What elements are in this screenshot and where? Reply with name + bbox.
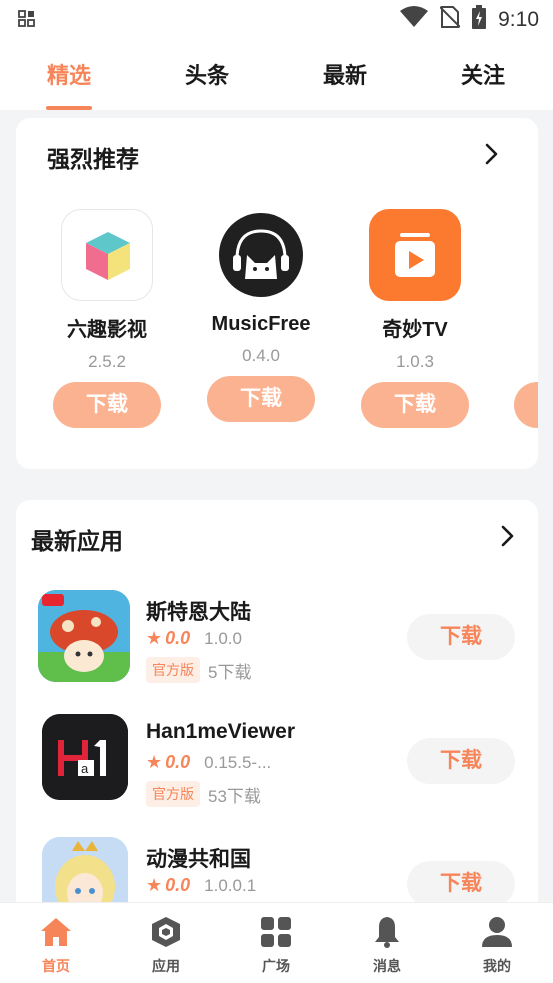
tab-featured[interactable]: 精选 [24,58,114,90]
recommend-item[interactable]: MusicFree 0.4.0 下载 [184,209,338,422]
clock: 9:10 [498,7,539,31]
app-name: 斯特恩大陆 [146,601,251,624]
recommend-app-name: MusicFree [211,313,311,335]
tab-latest[interactable]: 最新 [300,58,390,90]
status-bar: 9:10 [0,0,553,38]
download-button[interactable]: 下载 [407,614,515,660]
recommend-item[interactable]: 奇妙TV 1.0.3 下载 [338,209,492,428]
star-icon: ★ [146,752,163,772]
recommend-app-version: 2.5.2 [88,352,126,371]
recommend-item[interactable]: 六趣影视 2.5.2 下载 [30,209,184,428]
download-count: 5下载 [208,662,252,682]
latest-apps-card: 最新应用 斯特恩大陆 ★ 0.0 1.0.0 官方版 5下载 下载 a Han1… [16,500,538,920]
nav-apps[interactable]: 应用 [126,915,206,976]
tab-headlines[interactable]: 头条 [162,58,252,90]
app-version: 1.0.0 [204,628,242,648]
nav-profile[interactable]: 我的 [457,915,537,976]
active-tab-indicator [46,106,92,110]
ha1-logo-icon: a [42,714,128,800]
download-button[interactable]: 下载 [53,382,161,428]
official-badge: 官方版 [146,781,200,807]
notification-grid-icon [18,10,36,33]
app-version: 0.15.5-... [204,752,272,772]
bell-icon [370,915,404,949]
official-badge: 官方版 [146,657,200,683]
nav-label: 我的 [483,958,511,974]
home-icon [39,915,73,949]
nav-home[interactable]: 首页 [16,915,96,976]
tab-following[interactable]: 关注 [438,58,528,90]
no-sim-icon [439,5,461,34]
list-item[interactable]: 斯特恩大陆 ★ 0.0 1.0.0 官方版 5下载 下载 [16,590,538,700]
app-name: Han1meViewer [146,720,296,743]
nav-square[interactable]: 广场 [236,915,316,976]
bottom-nav-bar: 首页 应用 广场 消息 我的 [0,902,553,983]
recommend-app-name: 六趣影视 [67,319,147,341]
grid-icon [259,915,293,949]
wifi-icon [400,6,429,33]
nav-label: 首页 [42,958,70,974]
nav-label: 消息 [373,958,401,974]
nav-messages[interactable]: 消息 [347,915,427,976]
battery-charging-icon [472,5,487,34]
download-button[interactable]: 下载 [361,382,469,428]
app-name: 动漫共和国 [146,848,251,871]
download-button-partial[interactable] [514,382,538,428]
download-button[interactable]: 下载 [207,376,315,422]
app-version: 1.0.0.1 [204,875,257,895]
list-item[interactable]: a Han1meViewer ★ 0.0 0.15.5-... 官方版 53下载… [16,714,538,824]
nav-label: 应用 [152,958,180,974]
user-icon [480,915,514,949]
app-rating: 0.0 [165,752,191,772]
top-tab-bar: 精选 头条 最新 关注 [0,38,553,110]
recommend-card: 强烈推荐 六趣影视 2.5.2 下载 MusicFree 0.4.0 下载 奇妙… [16,118,538,469]
mushroom-game-icon [38,590,130,682]
app-rating: 0.0 [165,628,191,648]
latest-title: 最新应用 [31,528,123,554]
cat-headphones-icon [215,209,307,301]
app-rating: 0.0 [165,875,191,895]
recommend-app-name: 奇妙TV [382,319,448,341]
recommend-app-version: 0.4.0 [242,346,280,365]
star-icon: ★ [146,628,163,648]
latest-more-chevron-icon[interactable] [500,524,516,553]
nav-label: 广场 [262,958,290,974]
download-button[interactable]: 下载 [407,861,515,907]
box-icon [149,915,183,949]
download-button[interactable]: 下载 [407,738,515,784]
star-icon: ★ [146,875,163,895]
recommend-more-chevron-icon[interactable] [484,142,500,171]
recommend-app-version: 1.0.3 [396,352,434,371]
play-tv-icon [369,209,461,301]
cube-icon [61,209,153,301]
download-count: 53下载 [208,786,261,806]
recommend-title: 强烈推荐 [47,146,139,172]
svg-text:a: a [81,761,89,776]
